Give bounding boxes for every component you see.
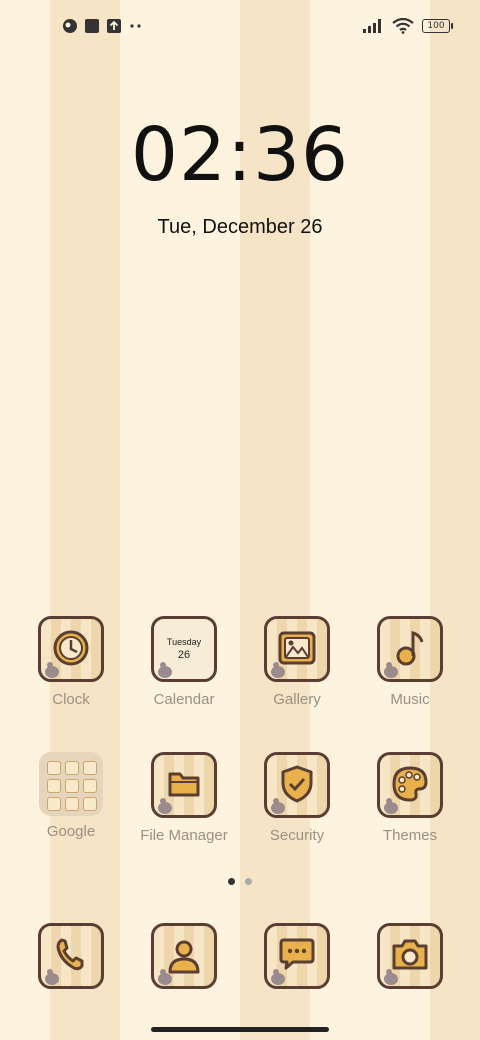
calendar-icon: Tuesday 26 — [151, 616, 217, 682]
status-right-icons: 100 — [362, 18, 453, 34]
lockscreen-time[interactable]: 02:36 — [0, 112, 480, 198]
square-notification-icon — [85, 19, 99, 33]
app-google-folder[interactable]: Google — [16, 752, 126, 840]
shield-icon — [264, 752, 330, 818]
status-bar: 100 — [0, 14, 480, 42]
notification-app-icon — [63, 19, 77, 33]
app-label: Calendar — [153, 691, 215, 708]
dock-phone[interactable] — [16, 923, 126, 989]
app-label: Gallery — [273, 691, 321, 708]
phone-icon — [38, 923, 104, 989]
battery-icon: 100 — [422, 19, 453, 33]
dock-camera[interactable] — [355, 923, 465, 989]
google-folder-icon — [39, 752, 103, 816]
app-label: Music — [390, 691, 430, 708]
camera-icon — [377, 923, 443, 989]
dock-contacts[interactable] — [129, 923, 239, 989]
more-dots-icon — [130, 24, 141, 28]
app-label: File Manager — [140, 827, 228, 844]
music-icon — [377, 616, 443, 682]
signal-icon — [363, 19, 381, 33]
app-label: Security — [269, 827, 325, 844]
dock-messages[interactable] — [242, 923, 352, 989]
home-gesture-bar[interactable] — [151, 1027, 329, 1032]
page-indicator[interactable] — [228, 878, 252, 885]
app-gallery[interactable]: Gallery — [242, 616, 352, 708]
clock-icon — [38, 616, 104, 682]
page-dot — [245, 878, 252, 885]
status-left-icons — [62, 18, 144, 34]
wifi-icon — [392, 18, 414, 34]
folder-icon — [151, 752, 217, 818]
app-clock[interactable]: Clock — [16, 616, 126, 708]
messages-icon — [264, 923, 330, 989]
page-dot-active — [228, 878, 235, 885]
app-music[interactable]: Music — [355, 616, 465, 708]
app-label: Google — [46, 823, 96, 840]
app-file-manager[interactable]: File Manager — [129, 752, 239, 844]
app-calendar[interactable]: Tuesday 26 Calendar — [129, 616, 239, 708]
palette-icon — [377, 752, 443, 818]
contacts-icon — [151, 923, 217, 989]
app-themes[interactable]: Themes — [355, 752, 465, 844]
upload-icon — [107, 19, 121, 33]
app-label: Themes — [382, 827, 438, 844]
gallery-icon — [264, 616, 330, 682]
app-label: Clock — [52, 691, 90, 708]
app-security[interactable]: Security — [242, 752, 352, 844]
lockscreen-date[interactable]: Tue, December 26 — [0, 216, 480, 239]
